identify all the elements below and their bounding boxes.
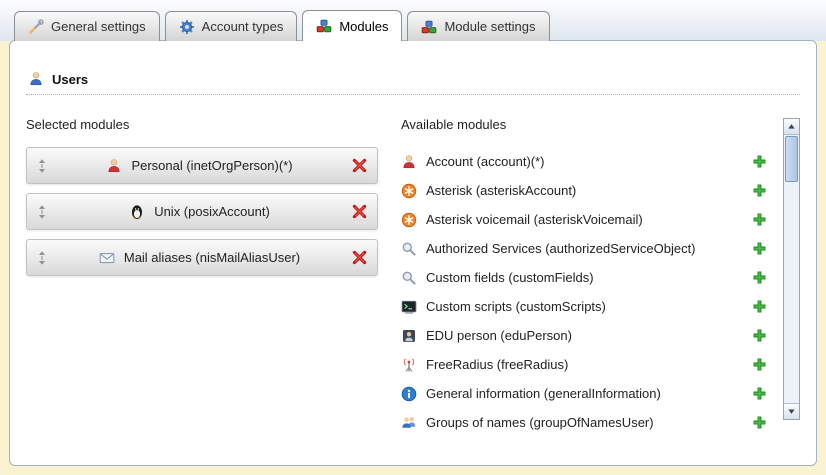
add-module-button[interactable] bbox=[752, 154, 767, 169]
section-heading: Users bbox=[28, 71, 798, 87]
available-module-label: General information (generalInformation) bbox=[426, 386, 743, 401]
scrollbar-thumb[interactable] bbox=[785, 136, 798, 182]
edu-person-icon bbox=[401, 328, 417, 344]
lam-config-page: General settings Account types Modules M… bbox=[0, 0, 826, 475]
remove-module-button[interactable] bbox=[351, 249, 368, 266]
available-module-label: Custom scripts (customScripts) bbox=[426, 299, 743, 314]
tab-modules[interactable]: Modules bbox=[302, 10, 402, 41]
scrollbar[interactable] bbox=[783, 118, 800, 420]
group-icon bbox=[401, 415, 417, 431]
available-module-label: EDU person (eduPerson) bbox=[426, 328, 743, 343]
terminal-icon bbox=[401, 299, 417, 315]
available-module-row: Account (account)(*) bbox=[401, 147, 773, 176]
selected-module-info: Unix (posixAccount) bbox=[48, 204, 351, 220]
drag-handle-icon[interactable] bbox=[36, 250, 48, 266]
available-module-row: Asterisk (asteriskAccount) bbox=[401, 176, 773, 205]
dotted-separator bbox=[26, 94, 800, 95]
asterisk-icon bbox=[401, 212, 417, 228]
available-module-row: General information (generalInformation) bbox=[401, 379, 773, 408]
available-module-label: Asterisk (asteriskAccount) bbox=[426, 183, 743, 198]
person-icon bbox=[106, 158, 122, 174]
selected-module-info: Mail aliases (nisMailAliasUser) bbox=[48, 250, 351, 266]
drag-handle-icon[interactable] bbox=[36, 204, 48, 220]
magnifier-icon bbox=[401, 241, 417, 257]
section-title: Users bbox=[52, 72, 88, 87]
remove-module-button[interactable] bbox=[351, 157, 368, 174]
add-module-button[interactable] bbox=[752, 328, 767, 343]
content-panel: Users Selected modules Personal (inetOrg… bbox=[9, 40, 817, 466]
available-module-row: FreeRadius (freeRadius) bbox=[401, 350, 773, 379]
envelope-icon bbox=[99, 250, 115, 266]
tab-label: General settings bbox=[51, 19, 146, 34]
add-module-button[interactable] bbox=[752, 270, 767, 285]
available-module-label: FreeRadius (freeRadius) bbox=[426, 357, 743, 372]
available-module-row: Groups of names (groupOfNamesUser) bbox=[401, 408, 773, 437]
available-modules-heading: Available modules bbox=[401, 117, 773, 132]
selected-module-label: Unix (posixAccount) bbox=[154, 204, 270, 219]
available-module-row: Custom fields (customFields) bbox=[401, 263, 773, 292]
asterisk-icon bbox=[401, 183, 417, 199]
available-module-label: Asterisk voicemail (asteriskVoicemail) bbox=[426, 212, 743, 227]
person-icon bbox=[401, 154, 417, 170]
tab-label: Module settings bbox=[444, 19, 535, 34]
selected-module-row[interactable]: Unix (posixAccount) bbox=[26, 193, 378, 230]
add-module-button[interactable] bbox=[752, 241, 767, 256]
available-modules-column: Available modules Account (account)(*) A… bbox=[401, 117, 800, 437]
tab-label: Account types bbox=[202, 19, 284, 34]
selected-module-row[interactable]: Personal (inetOrgPerson)(*) bbox=[26, 147, 378, 184]
module-columns: Selected modules Personal (inetOrgPerson… bbox=[10, 117, 816, 437]
tab-bar: General settings Account types Modules M… bbox=[14, 10, 550, 41]
selected-modules-column: Selected modules Personal (inetOrgPerson… bbox=[26, 117, 401, 437]
add-module-button[interactable] bbox=[752, 299, 767, 314]
add-module-button[interactable] bbox=[752, 386, 767, 401]
user-icon bbox=[28, 71, 44, 87]
selected-modules-heading: Selected modules bbox=[26, 117, 401, 132]
available-modules-list: Available modules Account (account)(*) A… bbox=[401, 117, 777, 437]
info-icon bbox=[401, 386, 417, 402]
drag-handle-icon[interactable] bbox=[36, 158, 48, 174]
selected-module-label: Personal (inetOrgPerson)(*) bbox=[131, 158, 292, 173]
add-module-button[interactable] bbox=[752, 357, 767, 372]
available-module-label: Groups of names (groupOfNamesUser) bbox=[426, 415, 743, 430]
penguin-icon bbox=[129, 204, 145, 220]
tab-label: Modules bbox=[339, 19, 388, 34]
selected-module-label: Mail aliases (nisMailAliasUser) bbox=[124, 250, 300, 265]
tab-module-settings[interactable]: Module settings bbox=[407, 11, 549, 41]
tab-general-settings[interactable]: General settings bbox=[14, 11, 160, 41]
available-module-row: Authorized Services (authorizedServiceOb… bbox=[401, 234, 773, 263]
scroll-up-button[interactable] bbox=[784, 119, 799, 135]
add-module-button[interactable] bbox=[752, 183, 767, 198]
tools-icon bbox=[28, 19, 44, 35]
modules-icon bbox=[316, 18, 332, 34]
available-module-row: Custom scripts (customScripts) bbox=[401, 292, 773, 321]
available-module-row: Asterisk voicemail (asteriskVoicemail) bbox=[401, 205, 773, 234]
modules-icon bbox=[421, 19, 437, 35]
scrollbar-track[interactable] bbox=[784, 183, 799, 403]
antenna-icon bbox=[401, 357, 417, 373]
available-module-label: Account (account)(*) bbox=[426, 154, 743, 169]
add-module-button[interactable] bbox=[752, 212, 767, 227]
scroll-down-button[interactable] bbox=[784, 403, 799, 419]
selected-module-row[interactable]: Mail aliases (nisMailAliasUser) bbox=[26, 239, 378, 276]
remove-module-button[interactable] bbox=[351, 203, 368, 220]
gear-icon bbox=[179, 19, 195, 35]
available-module-label: Custom fields (customFields) bbox=[426, 270, 743, 285]
available-module-label: Authorized Services (authorizedServiceOb… bbox=[426, 241, 743, 256]
add-module-button[interactable] bbox=[752, 415, 767, 430]
selected-module-info: Personal (inetOrgPerson)(*) bbox=[48, 158, 351, 174]
magnifier-icon bbox=[401, 270, 417, 286]
available-module-row: EDU person (eduPerson) bbox=[401, 321, 773, 350]
tab-account-types[interactable]: Account types bbox=[165, 11, 298, 41]
